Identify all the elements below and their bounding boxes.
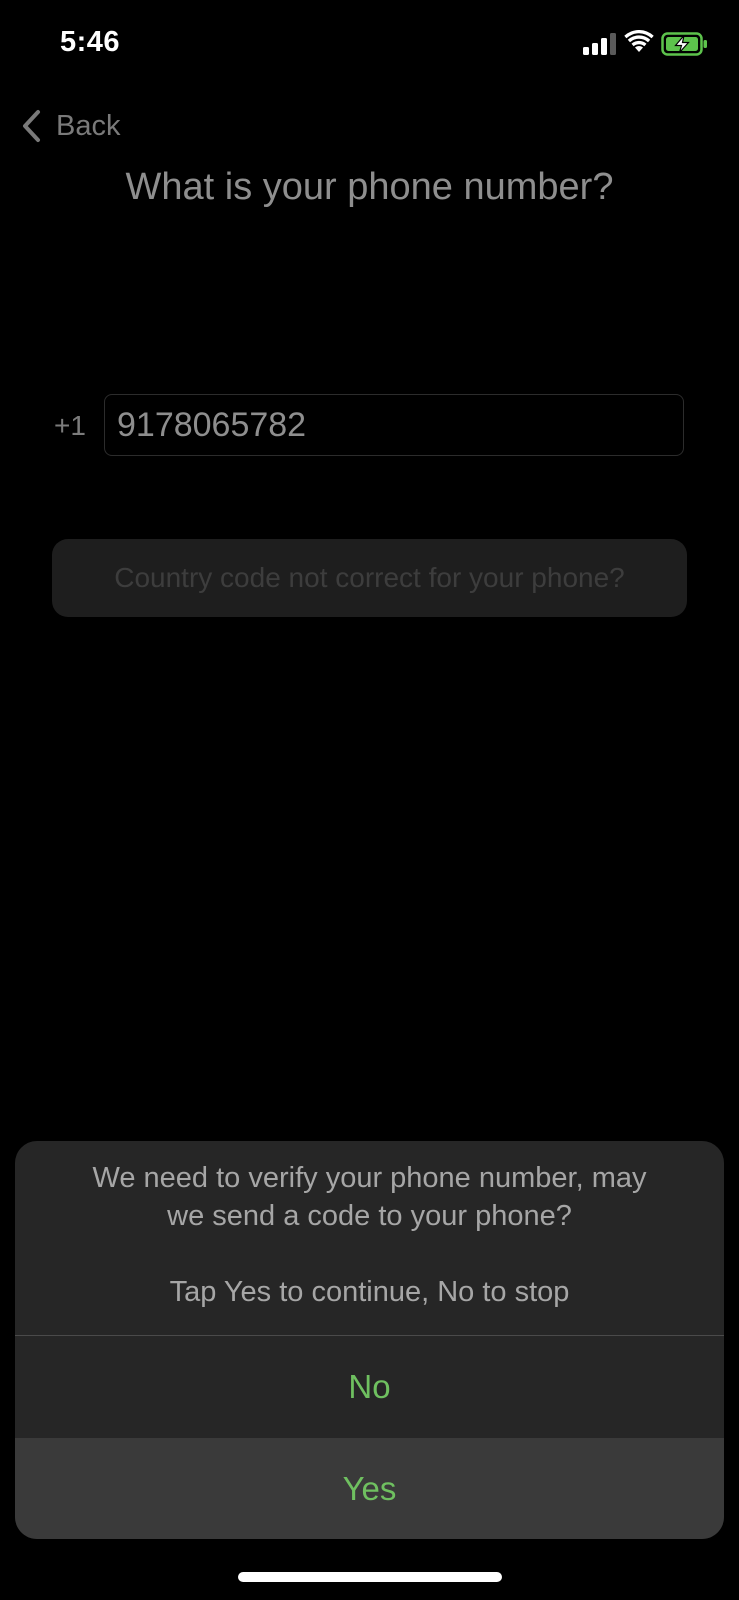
- phone-number-input[interactable]: [104, 394, 684, 456]
- home-indicator[interactable]: [238, 1572, 502, 1582]
- sheet-message: We need to verify your phone number, may…: [15, 1141, 724, 1335]
- cellular-signal-icon: [583, 33, 617, 55]
- country-code-button[interactable]: Country code not correct for your phone?: [52, 539, 687, 617]
- sheet-message-line: We need to verify your phone number, may: [92, 1162, 647, 1194]
- phone-number-row: +1: [52, 394, 686, 458]
- country-code-label: +1: [54, 410, 86, 441]
- yes-button[interactable]: Yes: [15, 1438, 724, 1539]
- status-time: 5:46: [60, 26, 121, 58]
- back-label: Back: [56, 109, 121, 142]
- chevron-left-icon: [23, 110, 40, 142]
- no-button[interactable]: No: [15, 1336, 724, 1438]
- sheet-message-line: we send a code to your phone?: [167, 1200, 572, 1232]
- back-button[interactable]: Back: [20, 104, 120, 148]
- verification-action-sheet: We need to verify your phone number, may…: [15, 1141, 724, 1539]
- status-bar: 5:46: [0, 0, 739, 90]
- wifi-icon: [624, 30, 654, 52]
- page-title: What is your phone number?: [125, 166, 614, 208]
- sheet-instruction: Tap Yes to continue, No to stop: [169, 1276, 570, 1308]
- battery-charging-icon: [661, 32, 707, 56]
